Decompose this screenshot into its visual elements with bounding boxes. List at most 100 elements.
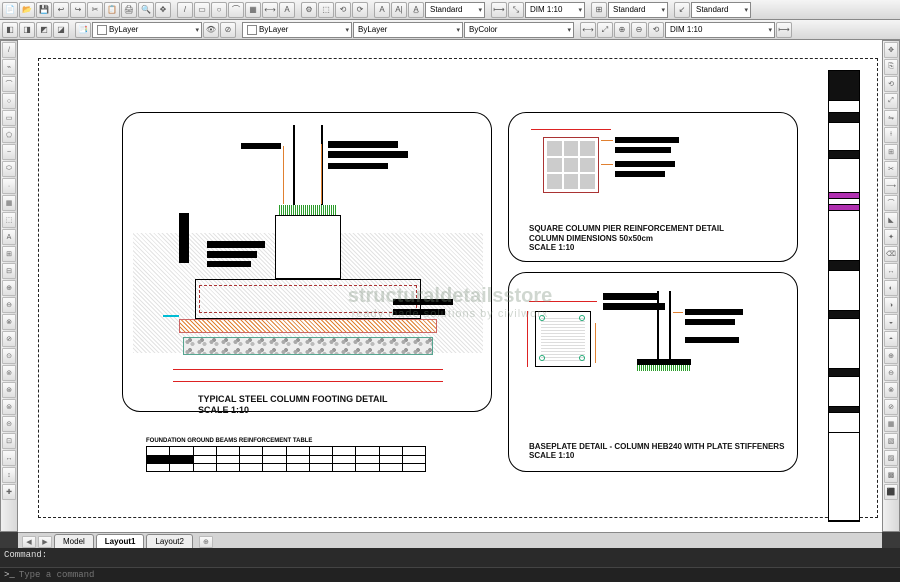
draw-more13-icon[interactable]: ✚ — [2, 484, 16, 500]
mod-scale-icon[interactable]: ⤢ — [884, 93, 898, 109]
color-dropdown[interactable]: ByLayer — [242, 22, 352, 38]
tb-dim-icon[interactable]: ⟷ — [262, 2, 278, 18]
mod-more8-icon[interactable]: ⊘ — [884, 399, 898, 415]
tb-circle-icon[interactable]: ○ — [211, 2, 227, 18]
tb-textA3-icon[interactable]: A̲ — [408, 2, 424, 18]
draw-region-icon[interactable]: ⬚ — [2, 212, 16, 228]
tb-layprop-icon[interactable]: 📑 — [75, 22, 91, 38]
draw-point-icon[interactable]: · — [2, 178, 16, 194]
tab-add-icon[interactable]: ⊕ — [199, 536, 213, 548]
draw-text2-icon[interactable]: A — [2, 229, 16, 245]
draw-poly-icon[interactable]: ⬠ — [2, 127, 16, 143]
draw-more10-icon[interactable]: ⊡ — [2, 433, 16, 449]
mod-chamfer-icon[interactable]: ◣ — [884, 212, 898, 228]
mod-more1-icon[interactable]: ◐ — [884, 280, 898, 296]
command-input[interactable] — [19, 570, 896, 580]
mod-more6-icon[interactable]: ⊖ — [884, 365, 898, 381]
tb-copy-icon[interactable]: 📋 — [104, 2, 120, 18]
tb-misc2-icon[interactable]: ⬚ — [318, 2, 334, 18]
tb-mleader-icon[interactable]: ↙ — [674, 2, 690, 18]
tab-model[interactable]: Model — [54, 534, 94, 548]
mod-more11-icon[interactable]: ▨ — [884, 450, 898, 466]
draw-line-icon[interactable]: / — [2, 42, 16, 58]
text-style-dropdown[interactable]: Standard — [425, 2, 485, 18]
draw-more4-icon[interactable]: ⊘ — [2, 331, 16, 347]
mod-erase-icon[interactable]: ⌫ — [884, 246, 898, 262]
drawing-canvas[interactable]: TYPICAL STEEL COLUMN FOOTING DETAIL SCAL… — [18, 40, 882, 532]
tb-table-icon[interactable]: ⊞ — [591, 2, 607, 18]
draw-ellipse-icon[interactable]: ⬭ — [2, 161, 16, 177]
tb-dimmisc5-icon[interactable]: ⟲ — [648, 22, 664, 38]
layer-dropdown[interactable]: ByLayer — [92, 22, 202, 38]
tb-layiso-icon[interactable]: 👁 — [203, 22, 219, 38]
tab-scroll-right-icon[interactable]: ▶ — [38, 536, 52, 548]
draw-more9-icon[interactable]: ⊝ — [2, 416, 16, 432]
tb-layoff-icon[interactable]: ⊘ — [220, 22, 236, 38]
draw-more12-icon[interactable]: ↕ — [2, 467, 16, 483]
tb-dim2-icon[interactable]: ⤡ — [508, 2, 524, 18]
draw-more1-icon[interactable]: ⊕ — [2, 280, 16, 296]
draw-more8-icon[interactable]: ⊜ — [2, 399, 16, 415]
tb-arc-icon[interactable]: ⌒ — [228, 2, 244, 18]
mod-move-icon[interactable]: ✥ — [884, 42, 898, 58]
mod-more13-icon[interactable]: ⬛ — [884, 484, 898, 500]
tb-line-icon[interactable]: / — [177, 2, 193, 18]
tb-layer4-icon[interactable]: ◪ — [53, 22, 69, 38]
mod-more10-icon[interactable]: ▧ — [884, 433, 898, 449]
draw-arc-icon[interactable]: ⌒ — [2, 76, 16, 92]
mleader-style-dropdown[interactable]: Standard — [691, 2, 751, 18]
draw-more2-icon[interactable]: ⊖ — [2, 297, 16, 313]
mod-more7-icon[interactable]: ⊗ — [884, 382, 898, 398]
dimstyle2-dropdown[interactable]: DIM 1:10 — [665, 22, 775, 38]
mod-explode-icon[interactable]: ✦ — [884, 229, 898, 245]
draw-rect-icon[interactable]: ▭ — [2, 110, 16, 126]
mod-fillet-icon[interactable]: ⌒ — [884, 195, 898, 211]
tb-redo-icon[interactable]: ↪ — [70, 2, 86, 18]
tb-undo-icon[interactable]: ↩ — [53, 2, 69, 18]
lineweight-dropdown[interactable]: ByColor — [464, 22, 574, 38]
tb-cut-icon[interactable]: ✂ — [87, 2, 103, 18]
tb-pan-icon[interactable]: ✥ — [155, 2, 171, 18]
tb-dimend-icon[interactable]: ⟼ — [776, 22, 792, 38]
mod-more9-icon[interactable]: ▦ — [884, 416, 898, 432]
mod-more4-icon[interactable]: ◓ — [884, 331, 898, 347]
tb-misc3-icon[interactable]: ⟲ — [335, 2, 351, 18]
mod-mirror-icon[interactable]: ⇋ — [884, 110, 898, 126]
mod-stretch-icon[interactable]: ↔ — [884, 263, 898, 279]
tb-open-icon[interactable]: 📂 — [19, 2, 35, 18]
mod-more2-icon[interactable]: ◑ — [884, 297, 898, 313]
tb-misc4-icon[interactable]: ⟳ — [352, 2, 368, 18]
mod-rotate-icon[interactable]: ⟲ — [884, 76, 898, 92]
tb-dim1-icon[interactable]: ⟼ — [491, 2, 507, 18]
tb-layer3-icon[interactable]: ◩ — [36, 22, 52, 38]
draw-more11-icon[interactable]: ↔ — [2, 450, 16, 466]
tb-zoom-icon[interactable]: 🔍 — [138, 2, 154, 18]
tb-misc-icon[interactable]: ⚙ — [301, 2, 317, 18]
tb-textA-icon[interactable]: A — [374, 2, 390, 18]
mod-copy-icon[interactable]: ⎘ — [884, 59, 898, 75]
dim-style-dropdown[interactable]: DIM 1:10 — [525, 2, 585, 18]
draw-more6-icon[interactable]: ⊚ — [2, 365, 16, 381]
draw-circle-icon[interactable]: ○ — [2, 93, 16, 109]
tb-textA2-icon[interactable]: A| — [391, 2, 407, 18]
mod-extend-icon[interactable]: ⟶ — [884, 178, 898, 194]
draw-hatch2-icon[interactable]: ▦ — [2, 195, 16, 211]
tb-layer2-icon[interactable]: ◨ — [19, 22, 35, 38]
draw-pline-icon[interactable]: ⌁ — [2, 59, 16, 75]
tab-layout1[interactable]: Layout1 — [96, 534, 145, 548]
mod-more12-icon[interactable]: ▩ — [884, 467, 898, 483]
tb-dimmisc-icon[interactable]: ⟷ — [580, 22, 596, 38]
linetype-dropdown[interactable]: ByLayer — [353, 22, 463, 38]
draw-more3-icon[interactable]: ⊗ — [2, 314, 16, 330]
tb-print-icon[interactable]: 🖨 — [121, 2, 137, 18]
mod-more5-icon[interactable]: ⊕ — [884, 348, 898, 364]
draw-more7-icon[interactable]: ⊛ — [2, 382, 16, 398]
tb-new-icon[interactable]: 📄 — [2, 2, 18, 18]
mod-offset-icon[interactable]: ⟊ — [884, 127, 898, 143]
mod-more3-icon[interactable]: ◒ — [884, 314, 898, 330]
tab-layout2[interactable]: Layout2 — [146, 534, 192, 548]
draw-more5-icon[interactable]: ⊙ — [2, 348, 16, 364]
draw-block-icon[interactable]: ⊞ — [2, 246, 16, 262]
tb-layer1-icon[interactable]: ◧ — [2, 22, 18, 38]
table-style-dropdown[interactable]: Standard — [608, 2, 668, 18]
